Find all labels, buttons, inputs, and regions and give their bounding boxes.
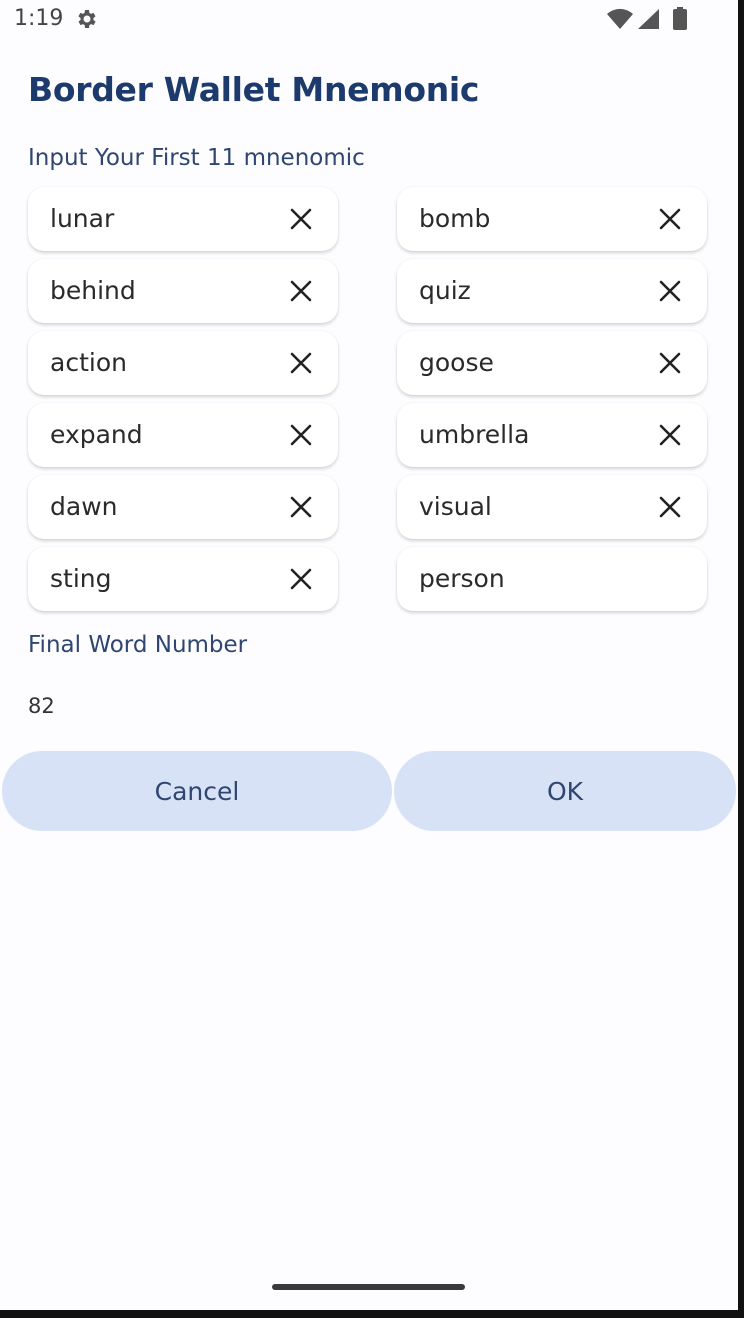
- word-field-12[interactable]: person: [397, 547, 707, 611]
- clear-icon[interactable]: [290, 568, 312, 590]
- word-text: sting: [50, 564, 112, 593]
- wifi-icon: [607, 8, 633, 29]
- gear-icon: [78, 10, 96, 28]
- clear-icon[interactable]: [659, 496, 681, 518]
- clear-icon[interactable]: [659, 280, 681, 302]
- page-title: Border Wallet Mnemonic: [28, 70, 480, 109]
- clear-icon[interactable]: [659, 424, 681, 446]
- signal-icon: [638, 9, 659, 29]
- battery-icon: [673, 7, 687, 30]
- clear-icon[interactable]: [290, 496, 312, 518]
- clear-icon[interactable]: [290, 424, 312, 446]
- clear-icon[interactable]: [290, 352, 312, 374]
- word-field-9[interactable]: goose: [397, 331, 707, 395]
- word-field-10[interactable]: umbrella: [397, 403, 707, 467]
- clear-icon[interactable]: [659, 208, 681, 230]
- word-text: person: [419, 564, 505, 593]
- word-text: dawn: [50, 492, 118, 521]
- screen: 1:19 Border Wallet Mnemonic Input Your F…: [0, 0, 738, 1310]
- final-word-label: Final Word Number: [28, 632, 248, 658]
- home-indicator[interactable]: [272, 1284, 465, 1290]
- word-text: expand: [50, 420, 143, 449]
- word-field-8[interactable]: quiz: [397, 259, 707, 323]
- word-field-3[interactable]: action: [28, 331, 338, 395]
- status-bar: 1:19: [0, 0, 738, 40]
- clear-icon[interactable]: [290, 280, 312, 302]
- cancel-button[interactable]: Cancel: [2, 751, 392, 831]
- word-text: action: [50, 348, 127, 377]
- word-text: behind: [50, 276, 136, 305]
- clear-icon[interactable]: [290, 208, 312, 230]
- word-text: visual: [419, 492, 492, 521]
- word-text: lunar: [50, 204, 115, 233]
- word-field-5[interactable]: dawn: [28, 475, 338, 539]
- word-field-1[interactable]: lunar: [28, 187, 338, 251]
- word-field-6[interactable]: sting: [28, 547, 338, 611]
- mnemonic-input-label: Input Your First 11 mnenomic: [28, 145, 365, 171]
- clear-icon[interactable]: [659, 352, 681, 374]
- status-time: 1:19: [14, 6, 64, 31]
- word-text: umbrella: [419, 420, 530, 449]
- word-text: bomb: [419, 204, 491, 233]
- word-field-4[interactable]: expand: [28, 403, 338, 467]
- word-field-11[interactable]: visual: [397, 475, 707, 539]
- word-text: quiz: [419, 276, 471, 305]
- final-word-value: 82: [28, 694, 55, 718]
- ok-button[interactable]: OK: [394, 751, 736, 831]
- word-field-7[interactable]: bomb: [397, 187, 707, 251]
- word-text: goose: [419, 348, 494, 377]
- word-field-2[interactable]: behind: [28, 259, 338, 323]
